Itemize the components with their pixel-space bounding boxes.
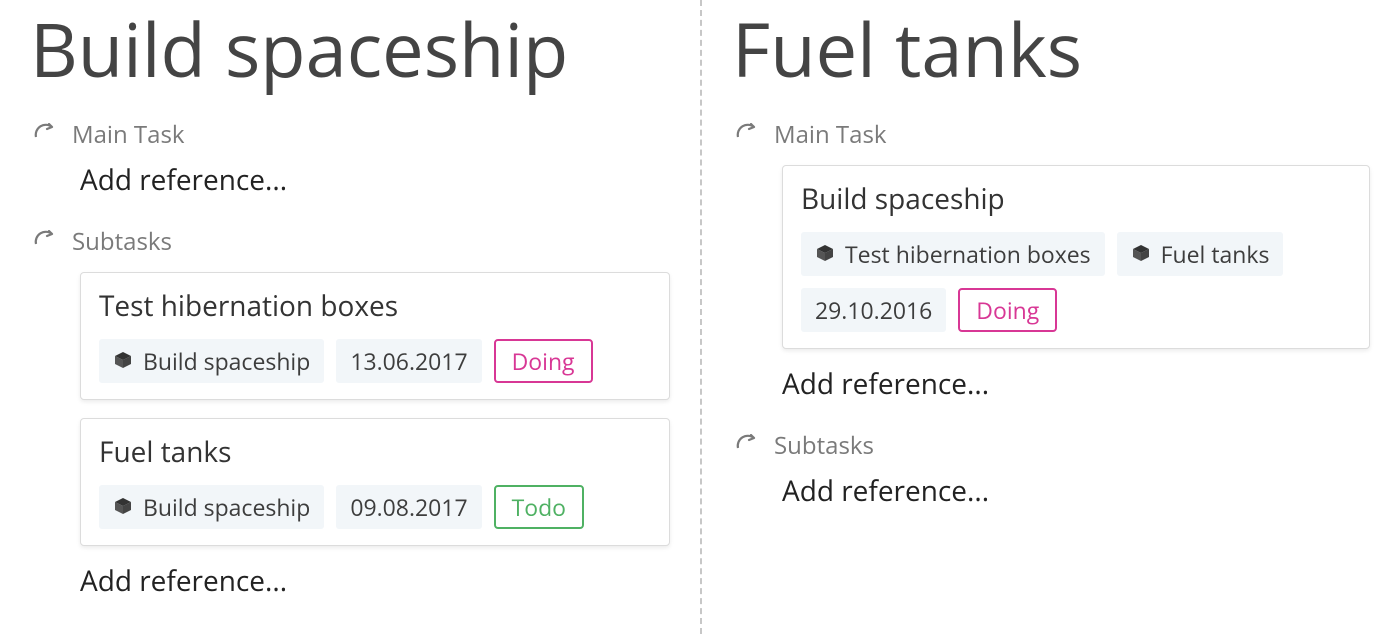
link-icon <box>732 429 760 462</box>
add-reference-input[interactable]: Add reference... <box>80 562 670 600</box>
card-title: Test hibernation boxes <box>99 287 651 325</box>
section-label: Subtasks <box>72 225 172 258</box>
section-subtasks: Subtasks Add reference... <box>732 429 1370 510</box>
link-icon <box>30 225 58 258</box>
date-label: 29.10.2016 <box>815 294 932 326</box>
box-icon <box>1131 238 1151 270</box>
reference-label: Fuel tanks <box>1161 238 1270 270</box>
card-title: Build spaceship <box>801 180 1351 218</box>
reference-chip[interactable]: Build spaceship <box>99 339 324 383</box>
box-icon <box>815 238 835 270</box>
subtask-card[interactable]: Test hibernation boxes Build spaceship <box>80 272 670 400</box>
subtask-card[interactable]: Fuel tanks Build spaceship <box>80 418 670 546</box>
reference-chip[interactable]: Build spaceship <box>99 485 324 529</box>
link-icon <box>30 118 58 151</box>
reference-label: Test hibernation boxes <box>845 238 1091 270</box>
box-icon <box>113 345 133 377</box>
section-label: Main Task <box>72 118 185 151</box>
section-main-task: Main Task Add reference... <box>30 118 670 199</box>
add-reference-input[interactable]: Add reference... <box>782 365 1370 403</box>
date-label: 09.08.2017 <box>350 491 467 523</box>
section-subtasks: Subtasks Test hibernation boxes <box>30 225 670 600</box>
task-pane-fuel-tanks: Fuel tanks Main Task Build spaceship <box>700 0 1400 634</box>
add-reference-input[interactable]: Add reference... <box>782 472 1370 510</box>
section-header-main-task: Main Task <box>30 118 670 151</box>
task-pane-build-spaceship: Build spaceship Main Task Add reference.… <box>0 0 700 634</box>
status-badge[interactable]: Doing <box>494 339 593 383</box>
status-label: Doing <box>512 345 575 377</box>
status-label: Todo <box>512 491 566 523</box>
section-header-subtasks: Subtasks <box>732 429 1370 462</box>
section-label: Main Task <box>774 118 887 151</box>
reference-chip[interactable]: Test hibernation boxes <box>801 232 1105 276</box>
page-title: Fuel tanks <box>732 10 1370 88</box>
card-title: Fuel tanks <box>99 433 651 471</box>
section-main-task: Main Task Build spaceship <box>732 118 1370 403</box>
section-header-subtasks: Subtasks <box>30 225 670 258</box>
date-chip[interactable]: 09.08.2017 <box>336 485 481 529</box>
reference-label: Build spaceship <box>143 491 310 523</box>
date-chip[interactable]: 29.10.2016 <box>801 288 946 332</box>
date-chip[interactable]: 13.06.2017 <box>336 339 481 383</box>
reference-chip[interactable]: Fuel tanks <box>1117 232 1284 276</box>
page-title: Build spaceship <box>30 10 670 88</box>
main-task-card[interactable]: Build spaceship Test hibernation boxes <box>782 165 1370 349</box>
link-icon <box>732 118 760 151</box>
date-label: 13.06.2017 <box>350 345 467 377</box>
status-badge[interactable]: Todo <box>494 485 584 529</box>
reference-label: Build spaceship <box>143 345 310 377</box>
box-icon <box>113 491 133 523</box>
section-label: Subtasks <box>774 429 874 462</box>
status-label: Doing <box>976 294 1039 326</box>
section-header-main-task: Main Task <box>732 118 1370 151</box>
add-reference-input[interactable]: Add reference... <box>80 161 670 199</box>
status-badge[interactable]: Doing <box>958 288 1057 332</box>
